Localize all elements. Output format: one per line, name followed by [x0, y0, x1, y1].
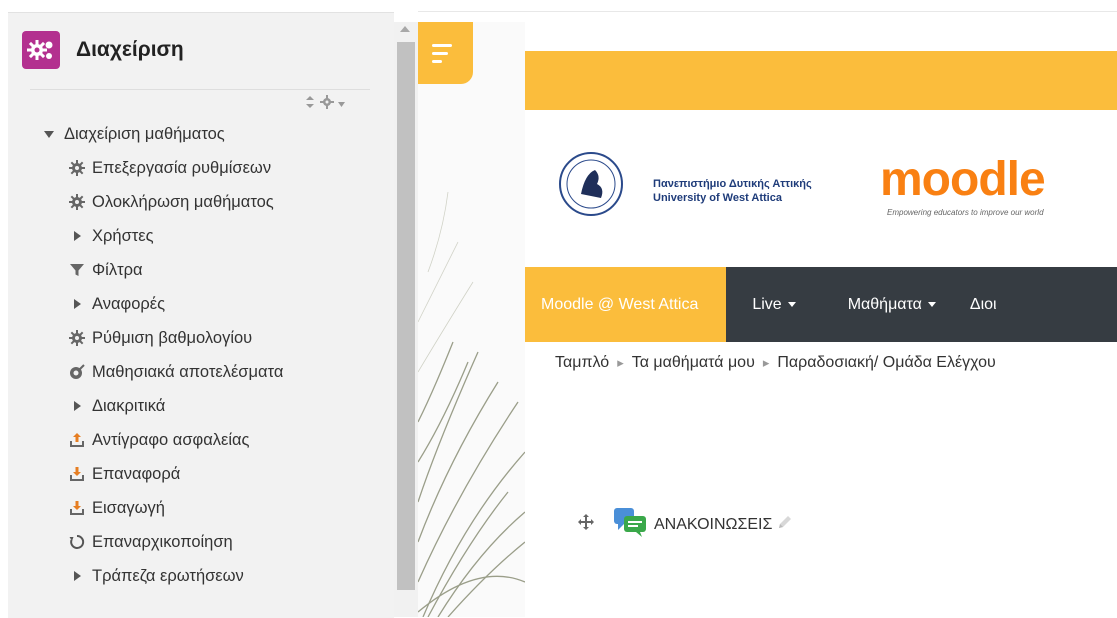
triangle-right-icon: [68, 227, 86, 245]
gear-icon: [68, 329, 86, 347]
triangle-right-icon: [68, 397, 86, 415]
forum-icon[interactable]: [612, 506, 648, 543]
tree-item-label: Αναφορές: [92, 294, 166, 313]
filter-icon: [68, 261, 86, 279]
triangle-down-icon: [40, 125, 58, 143]
outcomes-icon: [68, 363, 86, 381]
moodle-tagline: Empowering educators to improve our worl…: [887, 208, 1044, 217]
tree-item-outcomes[interactable]: Μαθησιακά αποτελέσματα: [8, 355, 394, 389]
nav-live-label: Live: [752, 295, 782, 313]
tree-item-label: Διακριτικά: [92, 396, 166, 415]
drawer-toggle-button[interactable]: [418, 22, 473, 84]
download-icon: [68, 465, 86, 483]
admin-block-header: Διαχείριση: [22, 31, 184, 69]
breadcrumb: Ταμπλό ▸ Τα μαθήματά μου ▸ Παραδοσιακή/ …: [555, 354, 996, 372]
tree-item-label: Επαναφορά: [92, 464, 181, 483]
administration-block: Διαχείριση Διαχείριση μαθήματος Επεξεργα…: [8, 12, 394, 618]
announcements-activity: ΑΝΑΚΟΙΝΩΣΕΙΣ: [578, 506, 794, 543]
tree-item-backup[interactable]: Αντίγραφο ασφαλείας: [8, 423, 394, 457]
tree-item-course-admin[interactable]: Διαχείριση μαθήματος: [8, 117, 394, 151]
block-settings-gear-icon[interactable]: [320, 95, 334, 112]
tree-item-course-completion[interactable]: Ολοκλήρωση μαθήματος: [8, 185, 394, 219]
chevron-right-icon: ▸: [762, 355, 770, 370]
admin-gears-icon: [22, 31, 60, 69]
tree-item-label: Εισαγωγή: [92, 498, 165, 517]
header-logos: Πανεπιστήμιο Δυτικής Αττικής University …: [525, 110, 1117, 267]
breadcrumb-my-courses[interactable]: Τα μαθήματά μου: [632, 354, 755, 372]
tree-item-label: Ολοκλήρωση μαθήματος: [92, 192, 274, 211]
tree-item-label: Τράπεζα ερωτήσεων: [92, 566, 244, 585]
tree-item-label: Ρύθμιση βαθμολογίου: [92, 328, 253, 347]
move-block-icon[interactable]: [304, 96, 316, 111]
tree-item-label: Μαθησιακά αποτελέσματα: [92, 362, 284, 381]
nav-courses-dropdown[interactable]: Μαθήματα: [822, 267, 962, 342]
tree-item-question-bank[interactable]: Τράπεζα ερωτήσεων: [8, 559, 394, 593]
background-grass-image: [418, 22, 525, 617]
tree-item-label: Φίλτρα: [92, 260, 143, 279]
block-actions: [304, 95, 345, 112]
scrollbar-thumb[interactable]: [397, 42, 415, 590]
scroll-up-icon[interactable]: [400, 26, 410, 32]
triangle-right-icon: [68, 567, 86, 585]
moodle-logo[interactable]: moodle: [880, 152, 1046, 207]
tree-item-label: Διαχείριση μαθήματος: [64, 124, 225, 143]
tree-item-edit-settings[interactable]: Επεξεργασία ρυθμίσεων: [8, 151, 394, 185]
gear-icon: [68, 159, 86, 177]
top-divider: [418, 11, 1117, 12]
university-name: Πανεπιστήμιο Δυτικής Αττικής University …: [653, 178, 812, 204]
download-icon: [68, 499, 86, 517]
university-seal-logo[interactable]: [559, 152, 623, 216]
caret-down-icon: [787, 302, 796, 307]
move-icon[interactable]: [578, 514, 594, 535]
tree-item-label: Επεξεργασία ρυθμίσεων: [92, 158, 272, 177]
nav-admin-item[interactable]: Διοι: [962, 267, 997, 342]
tree-item-reset[interactable]: Επαναρχικοποίηση: [8, 525, 394, 559]
tree-item-label: Χρήστες: [92, 226, 154, 245]
nav-courses-label: Μαθήματα: [847, 295, 922, 313]
gear-icon: [68, 193, 86, 211]
nav-home-link[interactable]: Moodle @ West Attica: [525, 267, 727, 342]
main-navbar: Moodle @ West Attica Live Μαθήματα Διοι: [525, 267, 1117, 342]
caret-down-icon: [927, 302, 936, 307]
tree-item-users[interactable]: Χρήστες: [8, 219, 394, 253]
chevron-right-icon: ▸: [617, 355, 624, 370]
tree-item-filters[interactable]: Φίλτρα: [8, 253, 394, 287]
admin-divider: [30, 89, 370, 90]
panel-scrollbar[interactable]: [394, 22, 418, 617]
breadcrumb-course[interactable]: Παραδοσιακή/ Ομάδα Ελέγχου: [777, 354, 995, 372]
admin-block-title: Διαχείριση: [76, 38, 184, 61]
triangle-right-icon: [68, 295, 86, 313]
breadcrumb-dashboard[interactable]: Ταμπλό: [555, 354, 609, 372]
edit-pencil-icon[interactable]: [776, 513, 794, 536]
nav-live-dropdown[interactable]: Live: [726, 267, 821, 342]
tree-item-badges[interactable]: Διακριτικά: [8, 389, 394, 423]
forum-link[interactable]: ΑΝΑΚΟΙΝΩΣΕΙΣ: [654, 516, 772, 534]
tree-item-label: Αντίγραφο ασφαλείας: [92, 430, 250, 449]
upload-icon: [68, 431, 86, 449]
tree-item-reports[interactable]: Αναφορές: [8, 287, 394, 321]
tree-item-gradebook-setup[interactable]: Ρύθμιση βαθμολογίου: [8, 321, 394, 355]
tree-item-label: Επαναρχικοποίηση: [92, 532, 233, 551]
tree-item-restore[interactable]: Επαναφορά: [8, 457, 394, 491]
header-accent-band: [525, 51, 1117, 110]
tree-item-import[interactable]: Εισαγωγή: [8, 491, 394, 525]
reset-icon: [68, 533, 86, 551]
admin-tree: Διαχείριση μαθήματος Επεξεργασία ρυθμίσε…: [8, 117, 394, 593]
chevron-down-icon[interactable]: [338, 98, 345, 110]
